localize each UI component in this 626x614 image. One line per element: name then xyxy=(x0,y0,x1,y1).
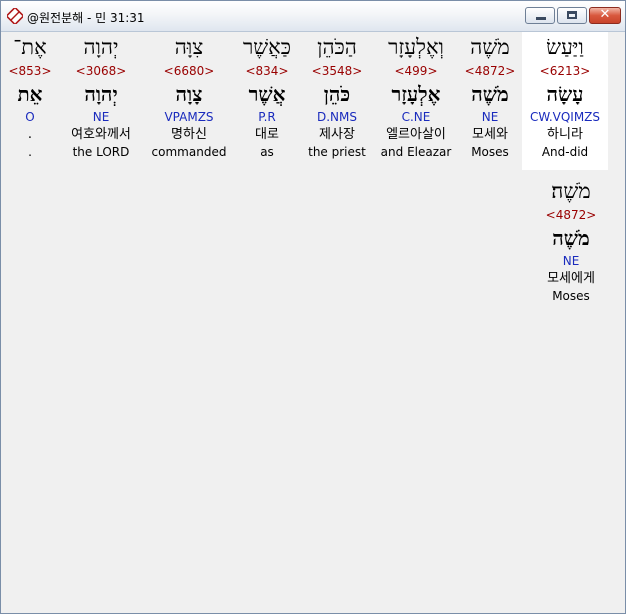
hebrew-lemma: מֹשֶׁה xyxy=(552,226,590,250)
word-column[interactable]: וְאֶלְעָזָר <499> אֶלְעָזָר C.NE 엘르아살이 a… xyxy=(373,32,459,160)
korean-gloss: 명하신 xyxy=(171,127,207,142)
window-title: @원전분해 - 민 31:31 xyxy=(27,11,145,25)
morphology-code: O xyxy=(25,110,35,124)
strong-number[interactable]: <6213> xyxy=(522,62,608,80)
strong-number[interactable]: <4872> xyxy=(528,206,614,224)
english-gloss: Moses xyxy=(552,289,590,303)
app-logo-icon xyxy=(7,8,23,24)
korean-gloss: 엘르아살이 xyxy=(386,127,446,142)
korean-gloss: 모세와 xyxy=(472,127,508,142)
interlinear-panel: וַיַּעַשׂ <6213> עָשָׂה CW.VQIMZS 하니라 An… xyxy=(3,32,623,611)
app-window: @원전분해 - 민 31:31 ✕ וַיַּעַשׂ <6213> עָשָׂ… xyxy=(0,0,626,614)
word-column[interactable]: מֹשֶׁה <4872> מֹשֶׁה NE 모세와 Moses xyxy=(447,32,533,160)
english-gloss: as xyxy=(260,145,274,159)
hebrew-lemma: צָוָה xyxy=(175,82,203,106)
morphology-code: NE xyxy=(481,110,499,124)
english-gloss: and Eleazar xyxy=(380,145,452,159)
hebrew-word: וְאֶלְעָזָר xyxy=(388,35,444,59)
morphology-code: P.R xyxy=(258,110,276,124)
hebrew-lemma: עָשָׂה xyxy=(546,82,584,106)
strong-number[interactable]: <4872> xyxy=(447,62,533,80)
title-bar[interactable]: @원전분해 - 민 31:31 ✕ xyxy=(1,1,625,32)
word-column[interactable]: אֶת־ <853> אֵת O . . xyxy=(0,32,73,160)
hebrew-lemma: אֵת xyxy=(17,82,43,106)
hebrew-lemma: מֹשֶׁה xyxy=(471,82,509,106)
english-gloss: commanded xyxy=(151,145,227,159)
minimize-button[interactable] xyxy=(525,7,555,24)
english-gloss: Moses xyxy=(471,145,509,159)
korean-gloss: 하니라 xyxy=(547,127,583,142)
close-button[interactable]: ✕ xyxy=(589,7,621,24)
english-gloss: And-did xyxy=(541,145,589,159)
morphology-code: CW.VQIMZS xyxy=(529,110,601,124)
hebrew-word: וַיַּעַשׂ xyxy=(546,35,584,59)
hebrew-word: כַּאֲשֶׁר xyxy=(242,35,292,59)
hebrew-word: מֹשֶׁה׃ xyxy=(551,179,591,203)
hebrew-word: אֶת־ xyxy=(13,35,47,59)
hebrew-word: מֹשֶׁה xyxy=(470,35,510,59)
strong-number[interactable]: <6680> xyxy=(146,62,232,80)
english-gloss: . xyxy=(28,145,32,159)
morphology-code: C.NE xyxy=(401,110,431,124)
korean-gloss: . xyxy=(27,127,33,142)
maximize-button[interactable] xyxy=(557,7,587,24)
hebrew-lemma: אֶלְעָזָר xyxy=(391,82,441,106)
hebrew-lemma: אֲשֶׁר xyxy=(248,82,286,106)
strong-number[interactable]: <853> xyxy=(0,62,73,80)
maximize-icon xyxy=(567,11,577,19)
morphology-code: NE xyxy=(562,254,580,268)
word-column[interactable]: מֹשֶׁה׃ <4872> מֹשֶׁה NE 모세에게 Moses xyxy=(528,176,614,304)
close-icon: ✕ xyxy=(599,7,611,22)
hebrew-word: צִוָּה xyxy=(174,35,204,59)
morphology-code: VPAMZS xyxy=(164,110,214,124)
minimize-icon xyxy=(536,17,546,20)
word-column[interactable]: כַּאֲשֶׁר <834> אֲשֶׁר P.R 대로 as xyxy=(224,32,310,160)
korean-gloss: 모세에게 xyxy=(547,271,595,286)
word-column[interactable]: צִוָּה <6680> צָוָה VPAMZS 명하신 commanded xyxy=(146,32,232,160)
strong-number[interactable]: <834> xyxy=(224,62,310,80)
korean-gloss: 대로 xyxy=(255,127,279,142)
word-column[interactable]: וַיַּעַשׂ <6213> עָשָׂה CW.VQIMZS 하니라 An… xyxy=(522,32,608,170)
strong-number[interactable]: <499> xyxy=(373,62,459,80)
